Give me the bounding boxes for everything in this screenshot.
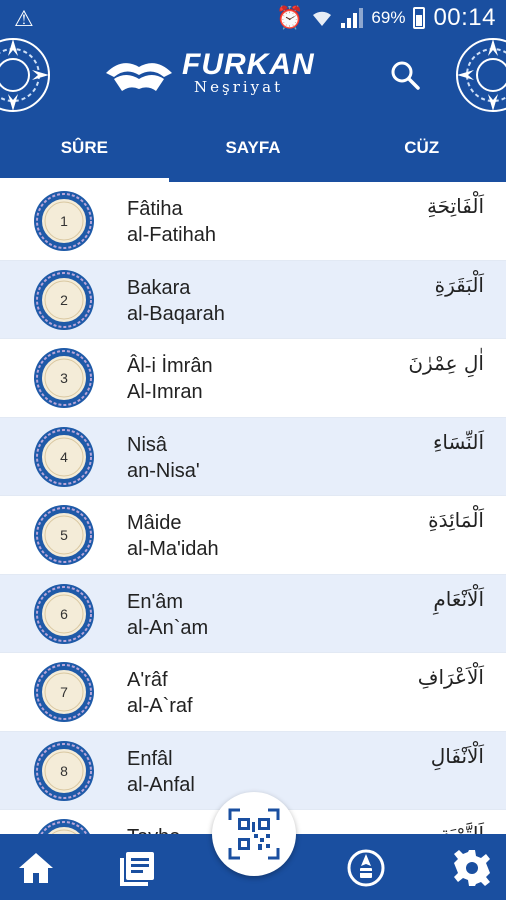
home-icon[interactable] (16, 848, 56, 888)
surah-number: 5 (60, 527, 68, 543)
logo-subtitle: Neşriyat (194, 78, 284, 96)
surah-number: 1 (60, 213, 68, 229)
quran-book-logo-icon (106, 62, 172, 91)
book-icon[interactable] (118, 848, 158, 888)
surah-names: Mâide al-Ma'idah (127, 510, 219, 562)
surah-name-arabic: اَلتَّوْبَةِ (439, 822, 484, 834)
tab-cuz[interactable]: CÜZ (337, 114, 506, 182)
warning-icon: ⚠ (14, 6, 34, 31)
settings-icon[interactable] (452, 848, 492, 888)
battery-percent: 69% (371, 8, 406, 27)
surah-names: Bakara al-Baqarah (127, 275, 225, 327)
surah-number-badge: 3 (32, 346, 96, 410)
surah-names: En'âm al-An`am (127, 589, 208, 641)
surah-name-turkish: Mâide (127, 512, 182, 534)
surah-name-turkish: Bakara (127, 276, 191, 299)
surah-number: 4 (60, 448, 68, 465)
qibla-compass-icon[interactable] (346, 848, 386, 888)
surah-names: A'râf al-A`raf (127, 667, 193, 719)
surah-number-badge: 6 (32, 582, 96, 646)
surah-name-transliteration: al-Fatihah (127, 224, 216, 246)
surah-row[interactable]: 7 A'râf al-A`raf اَلْاَعْرَافِ (0, 653, 506, 732)
surah-number: 9 (32, 817, 96, 834)
surah-name-turkish: A'râf (127, 669, 168, 691)
surah-name-transliteration: al-A`raf (127, 695, 193, 717)
surah-row[interactable]: 4 Nisâ an-Nisa' اَلنِّسَاءِ (0, 417, 506, 496)
surah-name-arabic: اَلنِّسَاءِ (432, 429, 484, 454)
app-bar: FURKAN Neşriyat (0, 36, 506, 114)
surah-name-turkish: Tevbe (127, 824, 219, 834)
tab-bar: SÛRE SAYFA CÜZ (0, 114, 506, 182)
logo-title: FURKAN (182, 48, 315, 81)
surah-number-badge: 8 (32, 739, 96, 803)
search-icon[interactable] (388, 58, 422, 92)
surah-name-transliteration: al-Ma'idah (127, 538, 219, 560)
surah-names: Nisâ an-Nisa' (127, 432, 200, 484)
surah-row[interactable]: 1 Fâtiha al-Fatihah اَلْفَاتِحَةِ (0, 182, 506, 261)
surah-number-badge: 2 (32, 268, 96, 332)
surah-row[interactable]: 2 Bakara al-Baqarah اَلْبَقَرَةِ (0, 260, 506, 339)
battery-icon (413, 7, 426, 29)
surah-name-arabic: اَلْاَنْعَامِ (433, 586, 484, 611)
qr-scan-button[interactable] (212, 792, 296, 876)
qr-code-icon (228, 808, 280, 860)
surah-number-badge: 5 (32, 503, 96, 567)
surah-name-arabic: اَلْبَقَرَةِ (434, 272, 484, 297)
tab-sayfa[interactable]: SAYFA (169, 114, 338, 182)
surah-name-turkish: Âl-i İmrân (127, 355, 213, 377)
signal-icon (341, 8, 364, 28)
ornament-left-icon (0, 38, 50, 112)
surah-row[interactable]: 5 Mâide al-Ma'idah اَلْمَائِدَةِ (0, 496, 506, 575)
surah-name-transliteration: an-Nisa' (127, 459, 200, 482)
surah-number: 2 (60, 291, 68, 308)
alarm-icon: ⏰ (276, 5, 304, 30)
surah-number: 3 (60, 370, 68, 386)
surah-row[interactable]: 6 En'âm al-An`am اَلْاَنْعَامِ (0, 574, 506, 653)
surah-list: 1 Fâtiha al-Fatihah اَلْفَاتِحَةِ 2 Bakara al-… (0, 182, 506, 834)
surah-number-badge: 4 (32, 425, 96, 489)
surah-names: Fâtiha al-Fatihah (127, 196, 216, 248)
app-logo: FURKAN Neşriyat (104, 50, 315, 95)
surah-number-badge: 1 (32, 189, 96, 253)
surah-row[interactable]: 3 Âl-i İmrân Al-Imran اٰلِ عِمْرٰنَ (0, 339, 506, 418)
surah-names: Enfâl al-Anfal (127, 746, 195, 798)
wifi-icon (313, 11, 332, 26)
surah-name-turkish: Enfâl (127, 747, 173, 770)
surah-number: 7 (60, 684, 68, 700)
surah-number: 6 (60, 605, 68, 622)
surah-name-transliteration: al-An`am (127, 616, 209, 639)
surah-name-transliteration: Al-Imran (127, 381, 203, 403)
surah-name-arabic: اَلْفَاتِحَةِ (426, 194, 484, 218)
surah-names: Âl-i İmrân Al-Imran (127, 353, 213, 405)
surah-name-arabic: اَلْاَنْفَالِ (430, 743, 484, 768)
surah-number-badge: 9 (32, 817, 96, 834)
surah-name-transliteration: al-Anfal (127, 773, 195, 796)
clock: 00:14 (433, 4, 496, 31)
surah-name-arabic: اَلْمَائِدَةِ (428, 508, 484, 532)
surah-number-badge: 7 (32, 660, 96, 724)
surah-name-arabic: اَلْاَعْرَافِ (417, 665, 484, 689)
surah-name-turkish: Nisâ (127, 433, 168, 456)
surah-name-turkish: En'âm (127, 590, 184, 613)
surah-name-arabic: اٰلِ عِمْرٰنَ (408, 351, 484, 375)
surah-number: 8 (60, 762, 68, 779)
ornament-right-icon (456, 38, 506, 112)
status-right: ⏰ 69% 00:14 (276, 4, 496, 32)
surah-names: Tevbeat-Tawbah (127, 824, 219, 834)
tab-sure[interactable]: SÛRE (0, 114, 169, 182)
surah-name-turkish: Fâtiha (127, 198, 183, 220)
status-bar: ⚠ ⏰ 69% 00:14 (0, 0, 506, 36)
surah-name-transliteration: al-Baqarah (127, 302, 225, 325)
